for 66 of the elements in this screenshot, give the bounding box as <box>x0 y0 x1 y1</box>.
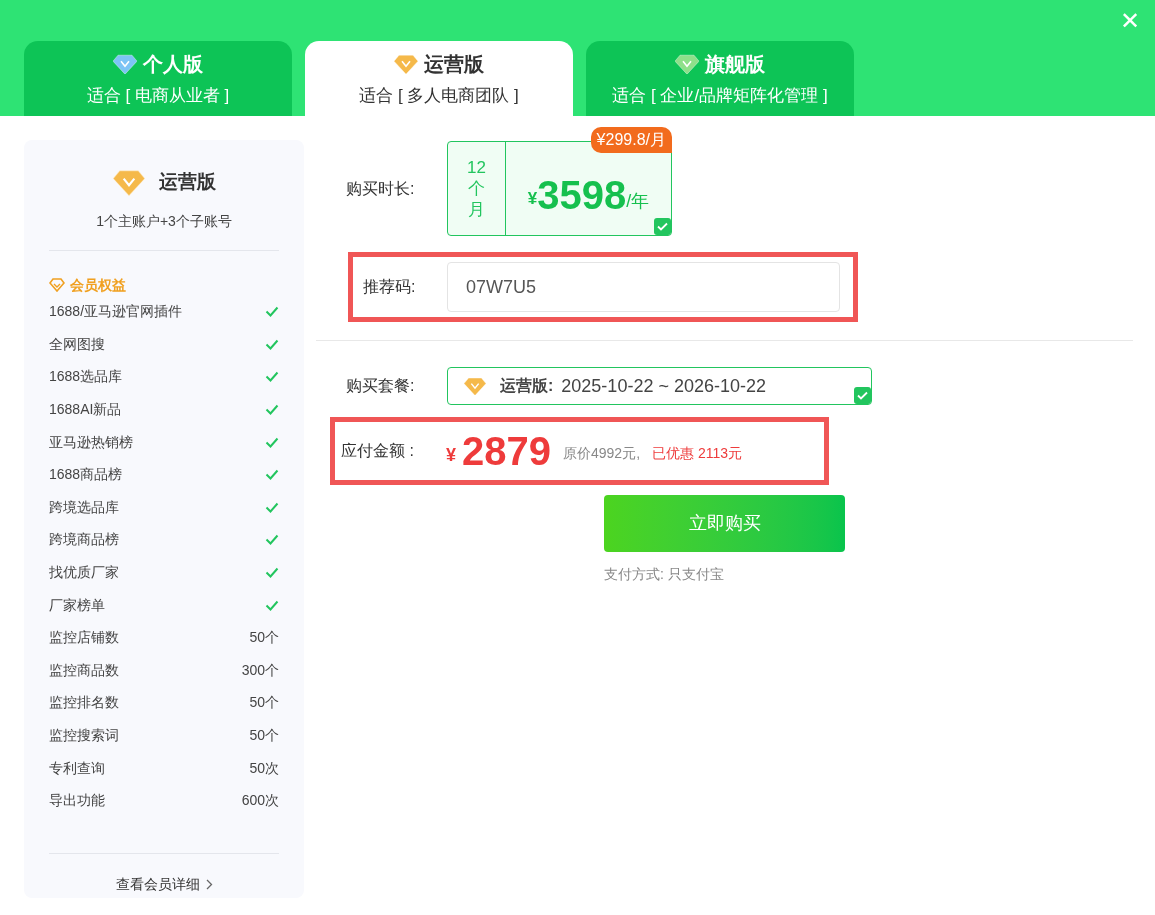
benefit-name: 监控排名数 <box>49 693 119 713</box>
check-icon <box>265 404 279 416</box>
duration-unit: 月 <box>468 199 485 220</box>
package-option[interactable]: 运营版: 2025-10-22 ~ 2026-10-22 <box>447 367 872 405</box>
benefit-name: 亚马逊热销榜 <box>49 432 133 452</box>
benefit-name: 导出功能 <box>49 791 105 811</box>
diamond-icon <box>464 376 486 396</box>
check-icon <box>265 501 279 513</box>
package-label: 购买套餐: <box>346 376 416 396</box>
monthly-price-badge: ¥299.8/月 <box>590 127 672 153</box>
amount-label: 应付金额 : <box>341 441 415 461</box>
check-icon <box>265 534 279 546</box>
check-icon <box>265 599 279 611</box>
benefit-quota: 300个 <box>241 660 279 680</box>
package-period: 2025-10-22 ~ 2026-10-22 <box>561 374 766 398</box>
benefit-name: 跨境商品榜 <box>49 530 119 550</box>
benefit-name: 1688AI新品 <box>49 400 122 420</box>
duration-label: 购买时长: <box>346 178 416 199</box>
check-icon <box>265 338 279 350</box>
diamond-outline-icon <box>49 278 65 292</box>
benefit-name: 1688/亚马逊官网插件 <box>49 302 183 322</box>
benefit-name: 跨境选品库 <box>49 497 119 517</box>
benefit-name: 1688商品榜 <box>49 465 123 485</box>
diamond-icon <box>112 168 145 196</box>
chevron-right-icon <box>205 879 213 890</box>
duration-unit: 个 <box>468 178 485 199</box>
benefit-quota: 50个 <box>249 628 279 648</box>
account-info: 1个主账户+3个子账号 <box>95 211 233 231</box>
check-icon <box>265 469 279 481</box>
benefit-quota: 50次 <box>249 758 279 778</box>
benefit-name: 监控店铺数 <box>49 628 119 648</box>
plan-tab[interactable]: 个人版 适合 [ 电商从业者 ] <box>24 41 292 116</box>
benefit-quota: 600次 <box>241 791 279 811</box>
benefit-name: 找优质厂家 <box>49 563 119 583</box>
benefit-name: 监控搜索词 <box>49 726 119 745</box>
currency-symbol: ¥ <box>446 443 456 467</box>
amount-value: 2879 <box>462 431 551 471</box>
benefit-name: 监控商品数 <box>49 660 119 680</box>
check-icon <box>265 436 279 448</box>
yearly-price: 3598 <box>537 175 627 215</box>
check-icon <box>265 567 279 579</box>
currency-symbol: ¥ <box>527 188 538 208</box>
duration-months: 12 <box>467 157 486 178</box>
benefits-title: 会员权益 <box>70 275 126 295</box>
discount-amount: 已优惠 2113元 <box>652 443 743 463</box>
benefit-quota: 50个 <box>249 693 279 713</box>
original-price: 原价4992元, <box>563 443 641 463</box>
payment-method-note: 支付方式: 只支付宝 <box>604 565 725 584</box>
plan-title: 运营版 <box>158 170 216 194</box>
benefit-name: 1688选品库 <box>49 367 123 387</box>
referral-label: 推荐码: <box>363 277 417 297</box>
benefit-name: 专利查询 <box>49 758 105 778</box>
check-icon <box>265 306 279 318</box>
buy-now-button[interactable]: 立即购买 <box>604 495 845 552</box>
check-icon <box>265 371 279 383</box>
benefit-name: 厂家榜单 <box>49 595 105 615</box>
package-plan: 运营版: <box>500 376 554 396</box>
close-button[interactable]: ✕ <box>1115 6 1145 36</box>
benefit-quota: 50个 <box>249 726 279 745</box>
plan-tab[interactable]: 旗舰版 适合 [ 企业/品牌矩阵化管理 ] <box>586 41 854 116</box>
selected-check-icon <box>654 218 671 235</box>
member-details-link[interactable]: 查看会员详细 <box>115 874 213 895</box>
referral-code-field[interactable]: 07W7U5 <box>447 262 840 312</box>
plan-tab[interactable]: 运营版 适合 [ 多人电商团队 ] <box>305 41 573 116</box>
benefit-name: 全网图搜 <box>49 334 105 354</box>
price-period: /年 <box>626 191 650 213</box>
